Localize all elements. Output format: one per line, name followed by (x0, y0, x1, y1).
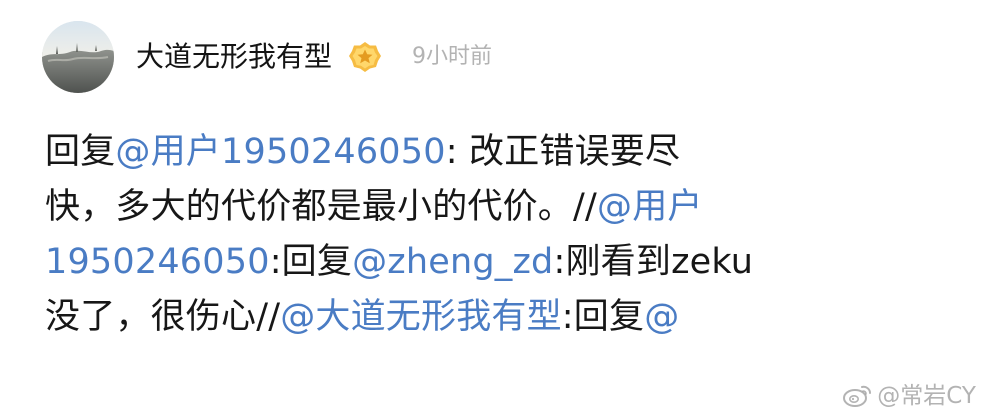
mention-link[interactable]: @ (644, 297, 679, 337)
comment-text-segment: : 改正错误要尽 (445, 132, 681, 172)
comment-text: 回复@用户1950246050: 改正错误要尽 快，多大的代价都是最小的代价。//… (45, 125, 945, 345)
gold-vip-badge-icon (348, 40, 382, 74)
watermark: @常岩CY (841, 382, 976, 410)
watermark-text: @常岩CY (877, 383, 976, 409)
comment-header: 大道无形我有型 9小时前 (42, 18, 492, 96)
mention-link[interactable]: @用户1950246050 (115, 132, 445, 172)
weibo-comment-card: 大道无形我有型 9小时前 回复@用户1950246050: 改正错误要尽 快，多大… (0, 0, 1000, 420)
mention-link[interactable]: @大道无形我有型 (280, 297, 562, 337)
avatar[interactable] (42, 21, 114, 93)
comment-text-segment: :回复 (561, 297, 645, 337)
comment-text-segment: 没了，很伤心// (45, 297, 281, 337)
comment-text-segment: 快，多大的代价都是最小的代价。// (45, 187, 597, 227)
comment-line: 回复@用户1950246050: 改正错误要尽 (45, 125, 945, 180)
comment-text-segment: 回复 (45, 132, 116, 172)
mention-link[interactable]: 1950246050 (45, 242, 270, 282)
comment-text-segment: :刚看到zeku (553, 242, 754, 282)
mention-link[interactable]: @zheng_zd (352, 242, 553, 282)
comment-text-segment: :回复 (269, 242, 353, 282)
comment-line: 1950246050:回复@zheng_zd:刚看到zeku (45, 235, 945, 290)
post-time: 9小时前 (412, 44, 493, 69)
comment-line: 没了，很伤心//@大道无形我有型:回复@ (45, 290, 945, 345)
username[interactable]: 大道无形我有型 (136, 39, 332, 75)
mention-link[interactable]: @用户 (597, 187, 703, 227)
weibo-logo-icon (841, 382, 873, 410)
comment-line: 快，多大的代价都是最小的代价。//@用户 (45, 180, 945, 235)
